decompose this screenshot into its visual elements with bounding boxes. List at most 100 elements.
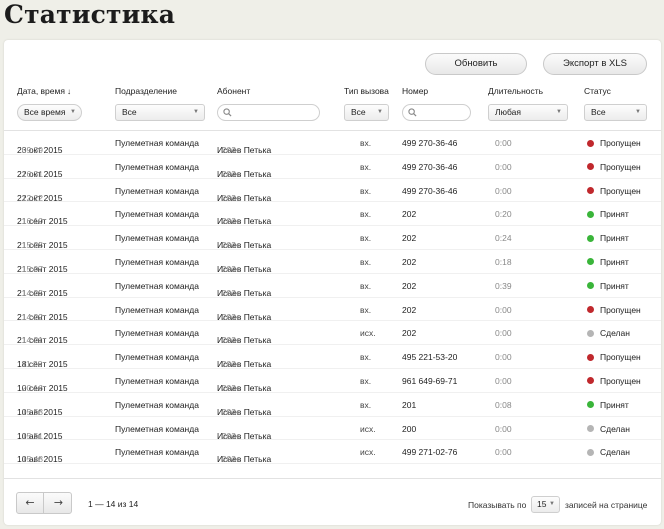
date-filter-value: Все время — [24, 107, 66, 117]
status-dot-icon — [587, 306, 594, 314]
table-row[interactable]: 10 авг 2015 15:53 Пулеметная команда Исаев… — [4, 393, 661, 417]
call-subscriber: Исаев Петька 203 — [217, 240, 272, 251]
call-type: вх. — [360, 399, 372, 410]
call-dept: Пулеметная команда — [115, 256, 199, 267]
table-row[interactable]: 22 окт 2015 12:22 Пулеметная команда Исаев… — [4, 179, 661, 203]
table-row[interactable]: 18 сент 2015 11:28 Пулеметная команда Исае… — [4, 345, 661, 369]
call-duration: 0:08 — [495, 399, 512, 410]
call-dept: Пулеметная команда — [115, 185, 199, 196]
call-subscriber: Исаев Петька 203 — [217, 216, 272, 227]
call-date: 21 сент 2015 14:25 — [17, 287, 68, 298]
subscriber-search-field[interactable] — [217, 104, 320, 121]
per-page-select[interactable]: 15 ▼ — [531, 496, 560, 513]
call-duration: 0:18 — [495, 256, 512, 267]
table-row[interactable]: 21 сент 2015 14:21 Пулеметная команда Исае… — [4, 321, 661, 345]
dept-filter-value: Все — [122, 107, 137, 117]
call-number: 202 — [402, 328, 417, 339]
call-subscriber: Исаев Петька 203 — [217, 382, 272, 393]
call-status: Принят — [600, 280, 629, 291]
subscriber-search-input[interactable] — [234, 106, 313, 119]
call-subscriber: Исаев Петька 203 — [217, 311, 272, 322]
table-row[interactable]: 10 авг 2015 15:51 Пулеметная команда Исаев… — [4, 417, 661, 441]
status-dot-icon — [587, 448, 594, 456]
call-subscriber: Исаев Петька 203 — [217, 335, 272, 346]
call-dept: Пулеметная команда — [115, 209, 199, 220]
call-type: вх. — [360, 161, 372, 172]
per-page-label: Показывать по — [468, 500, 527, 510]
call-number: 202 — [402, 233, 417, 244]
number-search-input[interactable] — [419, 106, 464, 119]
call-date: 22 окт 2015 12:22 — [17, 192, 63, 203]
chevron-down-icon: ▼ — [377, 109, 383, 115]
page-title: Статистика — [4, 0, 176, 29]
call-dept: Пулеметная команда — [115, 280, 199, 291]
call-date: 10 сент 2015 20:16 — [17, 382, 68, 393]
chevron-down-icon: ▼ — [549, 501, 555, 507]
table-row[interactable]: 21 сент 2015 14:25 Пулеметная команда Исае… — [4, 274, 661, 298]
call-type: вх. — [360, 352, 372, 363]
call-duration: 0:00 — [495, 352, 512, 363]
table-row[interactable]: 10 авг 2015 15:48 Пулеметная команда Исаев… — [4, 440, 661, 464]
refresh-button[interactable]: Обновить — [425, 53, 527, 75]
calls-table-body: 23 окт 2015 09:39 Пулеметная команда Исаев… — [4, 131, 661, 464]
call-number: 202 — [402, 304, 417, 315]
column-header-date-label: Дата, время — [17, 86, 65, 96]
column-header-status: Статус — [584, 86, 611, 96]
call-type: вх. — [360, 209, 372, 220]
call-subscriber: Исаев Петька 203 — [217, 454, 272, 465]
table-row[interactable]: 23 окт 2015 09:39 Пулеметная команда Исаев… — [4, 131, 661, 155]
column-header-dept: Подразделение — [115, 86, 177, 96]
call-date: 21 сент 2015 15:07 — [17, 263, 68, 274]
call-dept: Пулеметная команда — [115, 328, 199, 339]
call-date: 21 сент 2015 14:21 — [17, 335, 68, 346]
call-subscriber: Исаев Петька 203 — [217, 430, 272, 441]
call-status: Пропущен — [600, 138, 641, 148]
table-row[interactable]: 10 сент 2015 20:16 Пулеметная команда Исае… — [4, 369, 661, 393]
call-number: 201 — [402, 399, 417, 410]
duration-filter-select[interactable]: Любая ▼ — [488, 104, 568, 121]
call-number: 499 270-36-46 — [402, 161, 458, 172]
chevron-down-icon: ▼ — [193, 109, 199, 115]
call-number: 961 649-69-71 — [402, 375, 458, 386]
call-number: 202 — [402, 209, 417, 220]
column-header-date[interactable]: Дата, время ↓ — [17, 86, 71, 96]
call-number: 499 271-02-76 — [402, 447, 458, 458]
export-xls-button[interactable]: Экспорт в XLS — [543, 53, 647, 75]
status-filter-select[interactable]: Все ▼ — [584, 104, 647, 121]
call-subscriber: Исаев Петька 203 — [217, 145, 272, 155]
call-type: вх. — [360, 304, 372, 315]
status-dot-icon — [587, 187, 594, 195]
call-status: Пропущен — [600, 352, 641, 363]
call-duration: 0:00 — [495, 138, 512, 148]
call-number: 202 — [402, 280, 417, 291]
call-status: Принят — [600, 399, 629, 410]
call-number: 499 270-36-46 — [402, 138, 458, 148]
call-duration: 0:00 — [495, 375, 512, 386]
table-row[interactable]: 22 окт 2015 16:31 Пулеметная команда Исаев… — [4, 155, 661, 179]
call-status: Сделан — [600, 447, 630, 458]
call-dept: Пулеметная команда — [115, 138, 199, 148]
table-row[interactable]: 21 сент 2015 16:10 Пулеметная команда Исае… — [4, 202, 661, 226]
number-search-field[interactable] — [402, 104, 471, 121]
status-dot-icon — [587, 258, 594, 266]
table-row[interactable]: 21 сент 2015 14:22 Пулеметная команда Исае… — [4, 298, 661, 322]
status-dot-icon — [587, 401, 594, 409]
call-dept: Пулеметная команда — [115, 375, 199, 386]
search-icon — [223, 108, 232, 117]
call-number: 202 — [402, 256, 417, 267]
date-filter-select[interactable]: Все время ▼ — [17, 104, 82, 121]
call-status: Принят — [600, 233, 629, 244]
statistics-panel: Обновить Экспорт в XLS Дата, время ↓ Подр… — [4, 40, 661, 525]
table-row[interactable]: 21 сент 2015 15:07 Пулеметная команда Исае… — [4, 250, 661, 274]
call-status: Сделан — [600, 328, 630, 339]
next-page-button[interactable]: → — [45, 493, 72, 513]
status-dot-icon — [587, 353, 594, 361]
pagination: ← → — [16, 492, 72, 514]
dept-filter-select[interactable]: Все ▼ — [115, 104, 205, 121]
call-type: исх. — [360, 423, 376, 434]
call-duration: 0:24 — [495, 233, 512, 244]
call-type: вх. — [360, 375, 372, 386]
prev-page-button[interactable]: ← — [17, 493, 44, 513]
call-type-filter-select[interactable]: Все ▼ — [344, 104, 389, 121]
table-row[interactable]: 21 сент 2015 15:25 Пулеметная команда Исае… — [4, 226, 661, 250]
